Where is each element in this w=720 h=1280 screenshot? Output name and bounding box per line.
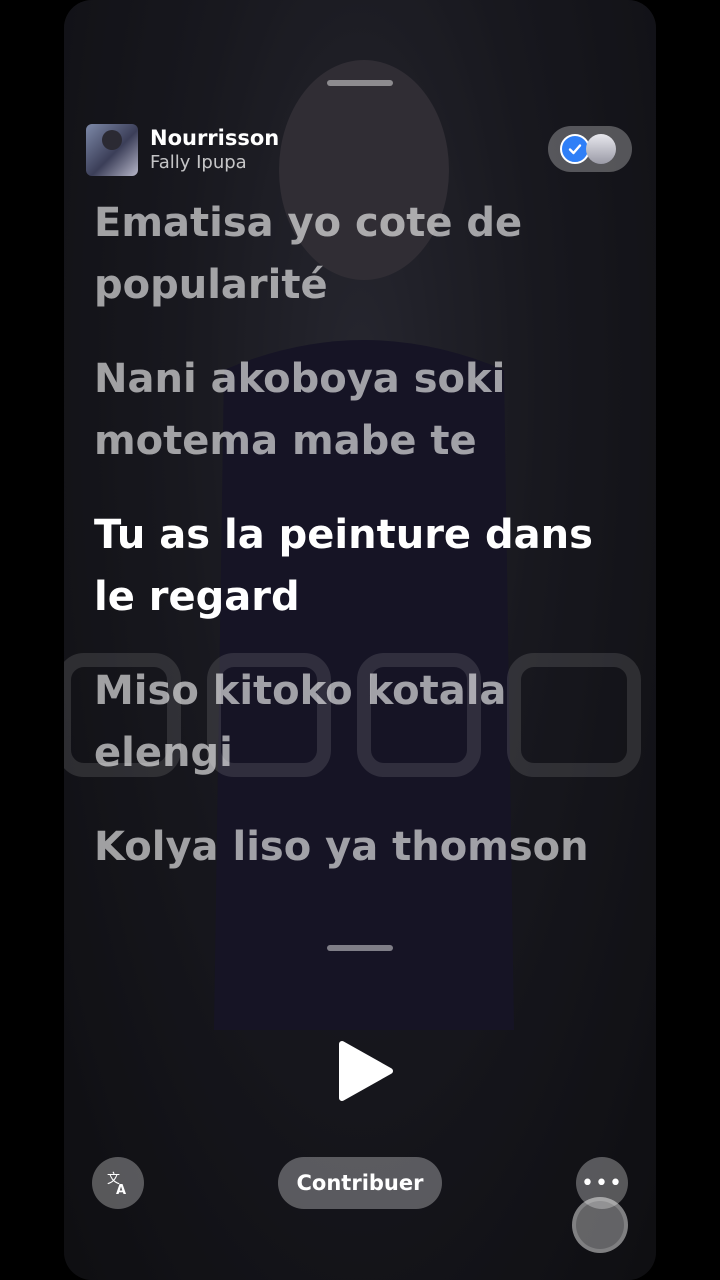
lyric-line[interactable]: Kolya liso ya thomson xyxy=(94,816,634,878)
lyric-line[interactable]: Miso kitoko kotala elengi xyxy=(94,660,634,784)
artist-name: Fally Ipupa xyxy=(150,152,247,173)
song-title: Nourrisson xyxy=(150,126,280,150)
play-icon[interactable] xyxy=(334,1040,394,1102)
drag-handle[interactable] xyxy=(327,80,393,86)
lyrics-card: Nourrisson Fally Ipupa Ematisa yo cote d… xyxy=(64,0,656,1280)
lyric-line[interactable]: Ematisa yo cote de popularité xyxy=(94,192,634,316)
lyric-line[interactable]: Nani akoboya soki motema mabe te xyxy=(94,348,634,472)
lyric-line-active[interactable]: Tu as la peinture dans le regard xyxy=(94,504,634,628)
assistive-touch-button[interactable] xyxy=(572,1197,628,1253)
lyrics-list: Ematisa yo cote de popularité Nani akobo… xyxy=(94,200,634,910)
drag-handle[interactable] xyxy=(327,945,393,951)
now-playing-header[interactable]: Nourrisson Fally Ipupa xyxy=(86,122,279,178)
translate-icon[interactable]: 文 A xyxy=(92,1157,144,1209)
contribute-button[interactable]: Contribuer xyxy=(278,1157,442,1209)
avatar xyxy=(586,134,616,164)
shared-listening-button[interactable] xyxy=(548,126,632,172)
album-art xyxy=(86,124,138,176)
svg-text:A: A xyxy=(116,1183,126,1196)
